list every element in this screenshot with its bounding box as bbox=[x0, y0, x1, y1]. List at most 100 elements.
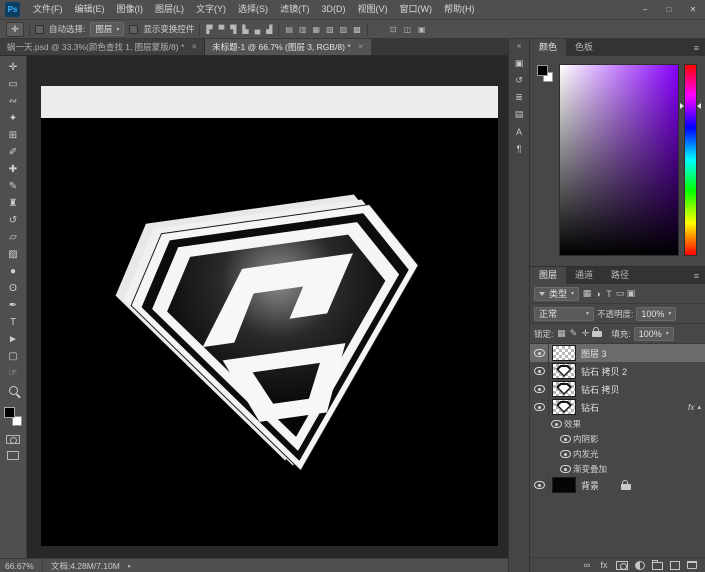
document-tab-inactive[interactable]: 蜗一天.psd @ 33.3%(颜色查找 1, 图层蒙版/8) * ✕ bbox=[0, 39, 205, 55]
hue-slider-marker-left[interactable] bbox=[680, 103, 687, 109]
document-tab-active[interactable]: 未标题-1 @ 66.7% (图层 3, RGB/8) * ✕ bbox=[205, 39, 370, 55]
type-tool[interactable]: T bbox=[3, 314, 23, 331]
tab-paths[interactable]: 路径 bbox=[602, 267, 638, 284]
delete-layer-icon[interactable] bbox=[687, 561, 697, 569]
distribute-icon[interactable]: ▤ bbox=[284, 25, 294, 34]
tab-close-icon[interactable]: ✕ bbox=[191, 43, 197, 51]
move-tool[interactable]: ✛ bbox=[3, 59, 23, 76]
layer-row[interactable]: 背景 bbox=[530, 476, 705, 494]
lock-all-icon[interactable] bbox=[592, 331, 602, 337]
layer-row[interactable]: 钻石 拷贝 2 bbox=[530, 362, 705, 380]
collapsed-panel-paragraph-icon[interactable]: ¶ bbox=[511, 142, 527, 155]
quick-mask-mode-icon[interactable] bbox=[6, 435, 20, 444]
marquee-tool[interactable]: ▭ bbox=[3, 76, 23, 93]
collapsed-panel-history-icon[interactable]: ↺ bbox=[511, 74, 527, 87]
menu-item[interactable]: 文字(Y) bbox=[190, 0, 232, 19]
dodge-tool[interactable]: ʘ bbox=[3, 280, 23, 297]
gradient-tool[interactable]: ▨ bbox=[3, 246, 23, 263]
layer-row[interactable]: 图层 3 bbox=[530, 344, 705, 362]
collapsed-panel-properties-icon[interactable]: ≣ bbox=[511, 91, 527, 104]
menu-item[interactable]: 3D(D) bbox=[316, 0, 352, 19]
layer-fx-badge[interactable]: fx bbox=[688, 402, 695, 412]
menu-item[interactable]: 编辑(E) bbox=[69, 0, 111, 19]
layer-row[interactable]: 钻石 拷贝 bbox=[530, 380, 705, 398]
collapsed-panel-character-icon[interactable]: A bbox=[511, 125, 527, 138]
zoom-tool[interactable] bbox=[3, 382, 23, 399]
filter-pixel-layers-icon[interactable]: ▦ bbox=[582, 288, 592, 300]
tab-layers[interactable]: 图层 bbox=[530, 267, 566, 284]
new-adjustment-layer-icon[interactable] bbox=[635, 561, 645, 570]
path-selection-tool[interactable]: ► bbox=[3, 331, 23, 348]
visibility-eye-icon[interactable] bbox=[534, 403, 545, 411]
eyedropper-tool[interactable]: ✐ bbox=[3, 144, 23, 161]
blur-tool[interactable]: ● bbox=[3, 263, 23, 280]
lock-image-pixels-icon[interactable]: ✎ bbox=[568, 328, 578, 340]
align-icon[interactable]: ▛ bbox=[205, 25, 213, 34]
new-layer-icon[interactable] bbox=[670, 561, 680, 570]
tab-channels[interactable]: 通道 bbox=[566, 267, 602, 284]
auto-select-checkbox[interactable] bbox=[35, 25, 44, 34]
menu-item[interactable]: 窗口(W) bbox=[394, 0, 439, 19]
visibility-eye-icon[interactable] bbox=[534, 385, 545, 393]
visibility-eye-icon[interactable] bbox=[534, 367, 545, 375]
lock-transparent-pixels-icon[interactable]: ▦ bbox=[556, 328, 566, 340]
effect-row[interactable]: 内阴影 bbox=[530, 431, 705, 446]
foreground-color-swatch[interactable] bbox=[4, 407, 15, 418]
menu-item[interactable]: 视图(V) bbox=[352, 0, 394, 19]
show-transform-checkbox[interactable] bbox=[129, 25, 138, 34]
shape-tool[interactable]: ▢ bbox=[3, 348, 23, 365]
hue-slider-marker-right[interactable] bbox=[694, 103, 701, 109]
foreground-color-swatch[interactable] bbox=[537, 65, 548, 76]
history-brush-tool[interactable]: ↺ bbox=[3, 212, 23, 229]
distribute-icon[interactable]: ▧ bbox=[325, 25, 335, 34]
filter-shape-layers-icon[interactable]: ▭ bbox=[615, 288, 625, 300]
lock-position-icon[interactable]: ✛ bbox=[580, 328, 590, 340]
distribute-icon[interactable]: ▨ bbox=[339, 25, 349, 34]
panel-menu-icon[interactable]: ≡ bbox=[694, 271, 705, 281]
panel-menu-icon[interactable]: ≡ bbox=[694, 43, 705, 53]
fill-dropdown[interactable]: 100% ▾ bbox=[634, 327, 674, 341]
status-options-arrow-icon[interactable]: ▸ bbox=[128, 562, 132, 570]
clone-stamp-tool[interactable]: ♜ bbox=[3, 195, 23, 212]
hand-tool[interactable]: ☞ bbox=[3, 365, 23, 382]
new-group-icon[interactable] bbox=[652, 562, 663, 570]
quick-selection-tool[interactable]: ✦ bbox=[3, 110, 23, 127]
align-icon[interactable]: ▟ bbox=[265, 25, 273, 34]
distribute-icon[interactable]: ▩ bbox=[352, 25, 362, 34]
expand-panels-icon[interactable]: « bbox=[517, 41, 521, 50]
visibility-eye-icon[interactable] bbox=[551, 420, 562, 428]
menu-item[interactable]: 滤镜(T) bbox=[274, 0, 316, 19]
tab-swatches[interactable]: 色板 bbox=[566, 39, 602, 56]
effect-row[interactable]: 内发光 bbox=[530, 446, 705, 461]
lasso-tool[interactable]: ∾ bbox=[3, 93, 23, 110]
distribute-icon[interactable]: ▥ bbox=[298, 25, 308, 34]
brush-tool[interactable]: ✎ bbox=[3, 178, 23, 195]
align-icon[interactable]: ▀ bbox=[218, 25, 226, 34]
layer-filter-kind-dropdown[interactable]: 类型 ▾ bbox=[534, 287, 579, 301]
align-icon[interactable]: ▄ bbox=[254, 25, 262, 34]
auto-select-dropdown[interactable]: 图层 ▾ bbox=[90, 22, 124, 36]
options-extra-icon[interactable]: ⊡ bbox=[389, 25, 398, 34]
tab-color[interactable]: 颜色 bbox=[530, 39, 566, 56]
filter-smart-objects-icon[interactable]: ▣ bbox=[626, 288, 636, 300]
menu-item[interactable]: 图层(L) bbox=[149, 0, 190, 19]
visibility-eye-icon[interactable] bbox=[560, 450, 571, 458]
eraser-tool[interactable]: ▱ bbox=[3, 229, 23, 246]
link-layers-icon[interactable]: ∞ bbox=[582, 559, 592, 571]
saturation-brightness-picker[interactable] bbox=[559, 64, 679, 256]
crop-tool[interactable]: ⊞ bbox=[3, 127, 23, 144]
close-button[interactable]: ✕ bbox=[681, 0, 705, 19]
opacity-dropdown[interactable]: 100% ▾ bbox=[636, 307, 676, 321]
distribute-icon[interactable]: ▦ bbox=[312, 25, 322, 34]
tab-close-icon[interactable]: ✕ bbox=[358, 43, 364, 51]
collapse-effects-icon[interactable]: ▴ bbox=[697, 403, 701, 411]
blend-mode-dropdown[interactable]: 正常 ▾ bbox=[534, 307, 594, 321]
zoom-level[interactable]: 66.67% bbox=[5, 561, 34, 571]
menu-item[interactable]: 图像(I) bbox=[111, 0, 150, 19]
effect-row[interactable]: 效果 bbox=[530, 416, 705, 431]
collapsed-panel-1-icon[interactable]: ▣ bbox=[511, 57, 527, 70]
visibility-eye-icon[interactable] bbox=[560, 465, 571, 473]
hue-rainbow-bar[interactable] bbox=[684, 64, 697, 256]
screen-mode-icon[interactable] bbox=[7, 451, 19, 460]
menu-item[interactable]: 帮助(H) bbox=[438, 0, 481, 19]
